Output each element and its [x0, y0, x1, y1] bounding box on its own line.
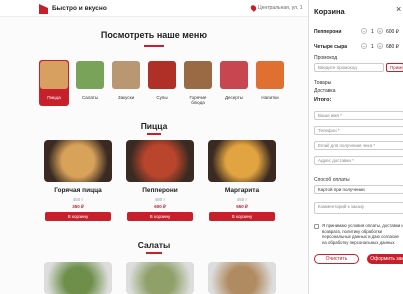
- category-item[interactable]: Супы: [147, 60, 177, 106]
- product-card: Пепперони 480 г 600 ₽ В корзину: [126, 140, 194, 224]
- increase-qty-button[interactable]: +: [377, 43, 383, 49]
- section-title-pizza: Пицца: [140, 121, 168, 131]
- salad-image[interactable]: [208, 262, 276, 294]
- logo-icon[interactable]: [39, 4, 48, 14]
- cart-title: Корзина: [314, 7, 345, 16]
- category-label: Пицца: [47, 95, 61, 100]
- cart-item-price: 680 ₽: [386, 44, 399, 50]
- category-item[interactable]: Закуски: [111, 60, 141, 106]
- close-icon[interactable]: ×: [396, 4, 401, 14]
- place-order-button[interactable]: Оформить заказ: [367, 254, 403, 264]
- name-field[interactable]: Ваше имя *: [314, 111, 403, 120]
- total-label: Итого:: [314, 97, 332, 103]
- cart-item-name: Четыре сыра: [314, 44, 348, 50]
- promo-input[interactable]: Введите промокод: [314, 63, 384, 72]
- decrease-qty-button[interactable]: −: [361, 43, 367, 49]
- location-pin-icon: [249, 4, 258, 12]
- category-item[interactable]: Напитки: [255, 60, 285, 106]
- agreement-checkbox[interactable]: [314, 224, 319, 229]
- salad-image[interactable]: [126, 262, 194, 294]
- category-image: [112, 61, 140, 89]
- promo-label: Промокод: [314, 55, 338, 61]
- category-label: Салаты: [81, 95, 99, 100]
- product-image[interactable]: [126, 140, 194, 182]
- category-item[interactable]: Горячие блюда: [183, 60, 213, 106]
- product-card: Маргарита 450 г 550 ₽ В корзину: [208, 140, 276, 224]
- salad-image[interactable]: [44, 262, 112, 294]
- comment-field[interactable]: Комментарий к заказу: [314, 202, 403, 214]
- product-name: Маргарита: [224, 187, 260, 194]
- section-title-salads: Салаты: [137, 240, 171, 250]
- product-card: Горячая пицца 450 г 350 ₽ В корзину: [44, 140, 112, 224]
- category-label: Напитки: [261, 95, 279, 100]
- decrease-qty-button[interactable]: −: [361, 28, 367, 34]
- goods-label: Товары: [314, 80, 332, 86]
- category-item[interactable]: Десерты: [219, 60, 249, 106]
- product-price: 550 ₽: [236, 204, 248, 209]
- delivery-label: Доставка: [314, 88, 336, 94]
- title-underline: [144, 45, 164, 47]
- add-to-cart-button[interactable]: В корзину: [45, 212, 111, 221]
- product-weight: 480 г: [154, 197, 166, 202]
- phone-field[interactable]: Телефон *: [314, 126, 403, 135]
- cart-panel: Корзина × Пепперони − 1 + 600 ₽ Четыре с…: [308, 0, 403, 294]
- cart-item-name: Пепперони: [314, 29, 342, 35]
- category-item[interactable]: Пицца: [39, 60, 69, 106]
- address-text[interactable]: Центральная, ул. 1: [258, 5, 303, 11]
- product-image[interactable]: [44, 140, 112, 182]
- category-label: Супы: [156, 95, 168, 100]
- add-to-cart-button[interactable]: В корзину: [209, 212, 275, 221]
- product-image[interactable]: [208, 140, 276, 182]
- category-label: Горячие блюда: [189, 95, 207, 105]
- clear-cart-button[interactable]: Очистить: [314, 254, 359, 264]
- category-image: [148, 61, 176, 89]
- email-field[interactable]: Email для получения чека *: [314, 141, 403, 150]
- cart-item-qty: 1: [371, 29, 374, 35]
- category-image: [40, 61, 68, 89]
- product-name: Пепперони: [142, 187, 178, 194]
- cart-item-qty: 1: [371, 44, 374, 50]
- category-label: Десерты: [224, 95, 243, 100]
- promo-apply-button[interactable]: Приме: [386, 63, 403, 72]
- section-underline: [147, 133, 161, 135]
- menu-title: Посмотреть наше меню: [100, 30, 208, 40]
- product-weight: 450 г: [72, 197, 84, 202]
- category-image: [76, 61, 104, 89]
- address-field[interactable]: Адрес доставки *: [314, 156, 403, 165]
- cart-item-price: 600 ₽: [386, 29, 399, 35]
- add-to-cart-button[interactable]: В корзину: [127, 212, 193, 221]
- category-label: Закуски: [117, 95, 135, 100]
- product-price: 600 ₽: [154, 204, 166, 209]
- payment-select[interactable]: Картой при получении: [314, 185, 403, 194]
- section-underline-salads: [146, 252, 162, 254]
- product-weight: 450 г: [236, 197, 248, 202]
- brand-name[interactable]: Быстро и вкусно: [52, 5, 107, 12]
- category-image: [256, 61, 284, 89]
- agreement-text: Я принимаю условия оплаты, доставки и во…: [322, 223, 403, 245]
- category-image: [220, 61, 248, 89]
- product-name: Горячая пицца: [54, 187, 102, 194]
- product-price: 350 ₽: [72, 204, 84, 209]
- category-image: [184, 61, 212, 89]
- payment-label: Способ оплаты: [314, 177, 350, 183]
- category-item[interactable]: Салаты: [75, 60, 105, 106]
- increase-qty-button[interactable]: +: [377, 28, 383, 34]
